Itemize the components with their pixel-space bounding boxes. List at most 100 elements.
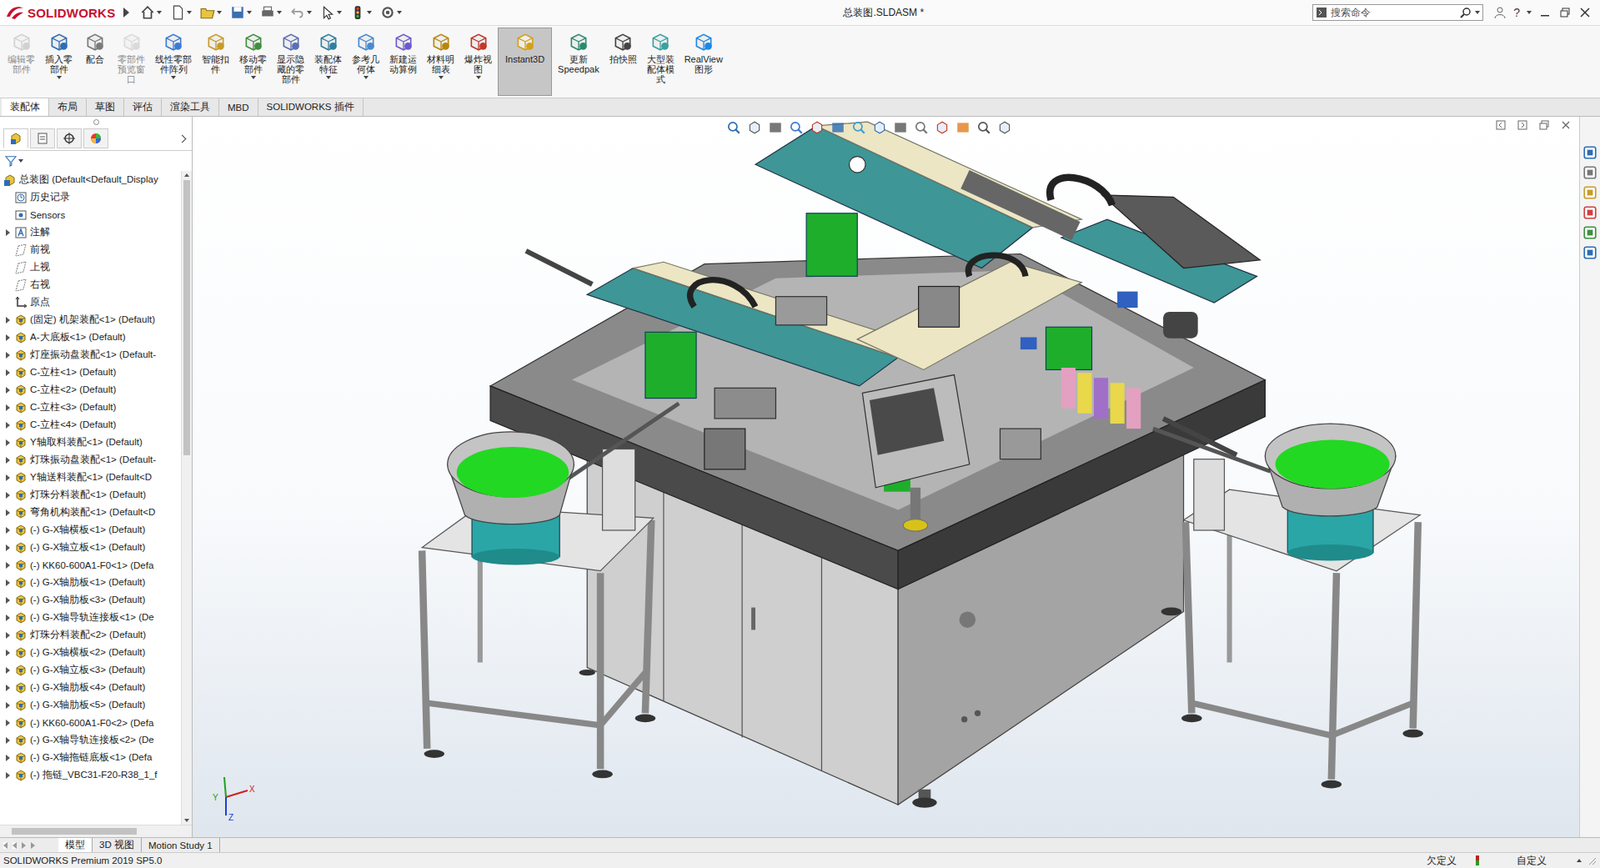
model-tab[interactable]: 3D 视图	[92, 837, 142, 853]
expand-arrow-icon[interactable]	[5, 316, 11, 324]
expand-arrow-icon[interactable]	[5, 754, 11, 762]
view-tool-icon[interactable]	[892, 120, 908, 136]
ribbon-button[interactable]: Instant3D	[497, 27, 552, 96]
tree-item[interactable]: 注解	[0, 223, 181, 241]
ribbon-button[interactable]: RealView 图形	[680, 27, 728, 96]
next-tab-icon[interactable]	[21, 842, 26, 849]
quick-access-button[interactable]	[317, 3, 345, 22]
ribbon-button[interactable]: 拍快照	[605, 27, 642, 96]
hscroll-thumb[interactable]	[11, 827, 137, 835]
tree-item[interactable]: 上视	[0, 258, 181, 276]
last-tab-icon[interactable]	[30, 842, 36, 849]
tree-item[interactable]: Sensors	[0, 205, 181, 224]
ribbon-button[interactable]: 零部件 预览窗 口	[113, 27, 150, 96]
dropdown-caret-icon[interactable]	[1474, 10, 1480, 15]
expand-arrow-icon[interactable]	[5, 439, 11, 447]
unit-system[interactable]: 自定义	[1486, 854, 1572, 868]
tree-item[interactable]: (固定) 机架装配<1> (Default)	[0, 310, 181, 329]
tree-item[interactable]: (-) KK60-600A1-F0<1> (Defa	[0, 556, 181, 574]
units-caret-icon[interactable]	[1576, 858, 1582, 863]
graphics-area[interactable]: XYZ	[192, 116, 1580, 838]
expand-arrow-icon[interactable]	[5, 649, 11, 657]
view-tool-icon[interactable]	[997, 120, 1013, 136]
resize-grip-icon[interactable]	[1586, 855, 1597, 866]
help-button[interactable]: ?	[1513, 5, 1520, 20]
quick-access-button[interactable]	[227, 3, 255, 22]
tree-item[interactable]: (-) G-X轴横板<2> (Default)	[0, 643, 181, 662]
command-tab[interactable]: SOLIDWORKS 插件	[258, 98, 364, 116]
tree-item[interactable]: C-立柱<3> (Default)	[0, 398, 181, 417]
panel-handle[interactable]	[0, 116, 192, 127]
scroll-down-icon[interactable]	[184, 818, 190, 823]
tree-item[interactable]: 灯珠分料装配<1> (Default)	[0, 486, 181, 504]
tree-scrollbar[interactable]	[180, 170, 192, 825]
dropdown-caret-icon[interactable]	[56, 75, 62, 80]
model-tab[interactable]: Motion Study 1	[141, 837, 221, 853]
task-pane-icon[interactable]	[1582, 145, 1598, 161]
task-pane-icon[interactable]	[1582, 225, 1598, 241]
tree-item[interactable]: (-) G-X轴拖链底板<1> (Defa	[0, 748, 181, 767]
expand-arrow-icon[interactable]	[5, 351, 11, 359]
expand-arrow-icon[interactable]	[5, 561, 11, 569]
expand-arrow-icon[interactable]	[5, 772, 11, 779]
expand-arrow-icon[interactable]	[5, 474, 11, 482]
dropdown-caret-icon[interactable]	[363, 75, 369, 80]
tree-item[interactable]: (-) G-X轴肋板<4> (Default)	[0, 678, 181, 697]
tree-item[interactable]: 弯角机构装配<1> (Default<D	[0, 503, 181, 522]
expand-arrow-icon[interactable]	[5, 737, 11, 744]
restore-icon[interactable]	[1558, 5, 1572, 20]
expand-arrow-icon[interactable]	[5, 702, 11, 709]
tree-item[interactable]: C-立柱<4> (Default)	[0, 416, 181, 434]
expand-arrow-icon[interactable]	[5, 614, 11, 622]
ribbon-button[interactable]: 大型装 配体模 式	[642, 27, 679, 96]
quick-access-button[interactable]	[197, 3, 225, 22]
prev-tab-icon[interactable]	[12, 842, 17, 849]
view-tool-icon[interactable]	[747, 120, 763, 136]
close-view-icon[interactable]	[1560, 120, 1571, 131]
task-pane-icon[interactable]	[1582, 165, 1598, 181]
ribbon-button[interactable]: 编辑零 部件	[3, 27, 40, 96]
command-tab[interactable]: 装配体	[1, 98, 50, 116]
feature-manager-tab[interactable]	[3, 128, 29, 149]
dropdown-caret-icon[interactable]	[1526, 10, 1532, 15]
view-tool-icon[interactable]	[788, 120, 804, 136]
more-tabs-button[interactable]	[179, 135, 189, 142]
view-tool-icon[interactable]	[934, 120, 950, 136]
command-tab[interactable]: MBD	[219, 98, 259, 116]
display-manager-tab[interactable]	[83, 128, 109, 149]
expand-arrow-icon[interactable]	[5, 631, 11, 639]
tree-item[interactable]: C-立柱<1> (Default)	[0, 363, 181, 382]
tree-item[interactable]: 历史记录	[0, 188, 181, 206]
command-tab[interactable]: 布局	[49, 98, 87, 116]
scroll-up-icon[interactable]	[184, 173, 190, 177]
command-tab[interactable]: 草图	[86, 98, 125, 116]
view-tool-icon[interactable]	[976, 120, 992, 136]
tree-item[interactable]: (-) G-X轴立板<3> (Default)	[0, 661, 181, 679]
tree-item[interactable]: 前视	[0, 240, 181, 259]
dropdown-caret-icon[interactable]	[170, 75, 176, 80]
tree-item[interactable]: Y轴送料装配<1> (Default<D	[0, 468, 181, 487]
search-icon[interactable]	[1459, 6, 1472, 19]
quick-access-button[interactable]	[287, 3, 315, 22]
quick-access-button[interactable]	[377, 3, 405, 22]
expand-arrow-icon[interactable]	[5, 579, 11, 587]
tree-item[interactable]: 灯座振动盘装配<1> (Default-	[0, 346, 181, 364]
property-manager-tab[interactable]	[30, 128, 56, 149]
search-box[interactable]: 搜索命令	[1312, 4, 1484, 21]
tile-right-icon[interactable]	[1517, 120, 1528, 131]
dropdown-caret-icon[interactable]	[250, 75, 256, 80]
ribbon-button[interactable]: 显示隐 藏的零 部件	[272, 27, 309, 96]
expand-arrow-icon[interactable]	[5, 526, 11, 534]
rebuild-icon[interactable]	[1473, 854, 1482, 867]
close-icon[interactable]	[1578, 5, 1592, 20]
expand-arrow-icon[interactable]	[5, 544, 11, 552]
command-tab[interactable]: 渲染工具	[161, 98, 220, 116]
tree-filter[interactable]	[0, 150, 192, 171]
ribbon-button[interactable]: 新建运 动算例	[385, 27, 422, 96]
tree-hscrollbar[interactable]	[0, 824, 192, 838]
tree-item[interactable]: (-) KK60-600A1-F0<2> (Defa	[0, 713, 181, 732]
logo[interactable]: SOLIDWORKS	[0, 0, 121, 26]
task-pane-icon[interactable]	[1582, 245, 1598, 261]
dropdown-caret-icon[interactable]	[438, 75, 444, 80]
expand-arrow-icon[interactable]	[5, 596, 11, 604]
